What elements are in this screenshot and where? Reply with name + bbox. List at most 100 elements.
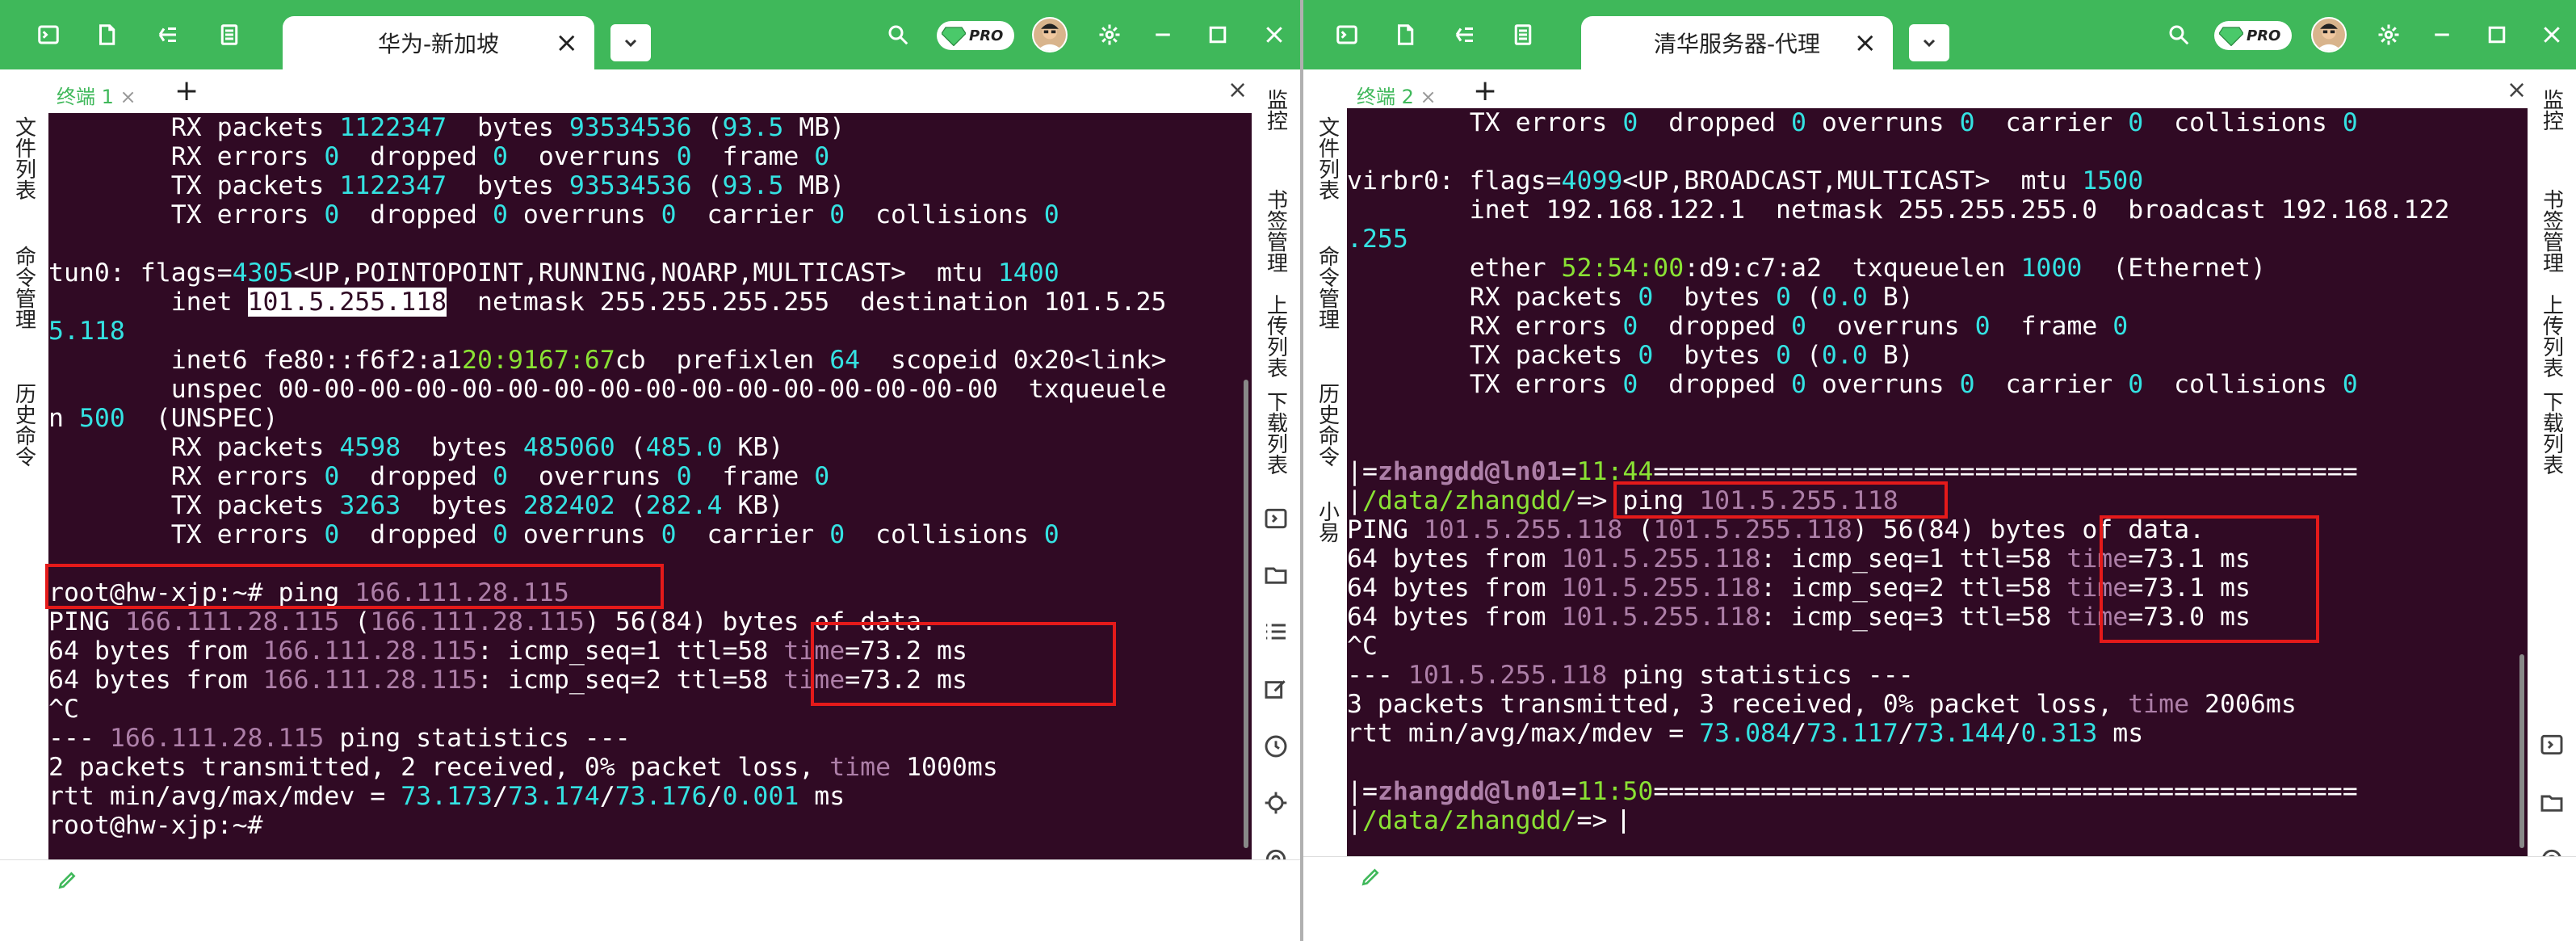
folder-icon[interactable] [2539,790,2565,816]
session-tab[interactable]: 华为-新加坡 × [283,16,594,69]
monitor-tab[interactable]: 监控 [2528,78,2576,142]
pen-icon[interactable] [1360,867,1381,888]
list-icon[interactable] [1263,619,1289,645]
close-terminal-tab-icon[interactable]: × [120,86,136,108]
titlebar: 华为-新加坡 × PRO [0,0,1300,69]
maximize-icon[interactable] [2479,17,2515,53]
terminal-icon[interactable] [31,17,66,53]
highlight-box [2100,515,2319,643]
terminal-line: ether 52:54:00:d9:c7:a2 txqueuelen 1000 … [1347,254,2266,283]
terminal-line: RX errors 0 dropped 0 overruns 0 frame 0 [48,142,830,171]
terminal-small-icon[interactable] [2539,732,2565,758]
close-panel-icon[interactable]: × [2507,76,2527,104]
session-tab-title: 清华服务器-代理 [1653,31,1821,57]
minimize-icon[interactable] [2424,17,2460,53]
list-icon[interactable] [212,17,247,53]
right-side-panel: 监控 书签管理 上传列表 下载列表 [2528,69,2576,901]
bookmarks-tab[interactable]: 书签管理 [1252,174,1300,288]
terminal-line: .255 [1347,225,1408,254]
terminal-tab[interactable]: 终端 1 × [57,81,136,109]
file-list-tab[interactable]: 文件列表 [0,102,48,215]
tab-dropdown-button[interactable] [610,24,651,61]
terminal-line: tun0: flags=4305<UP,POINTOPOINT,RUNNING,… [48,258,1059,288]
minimize-icon[interactable] [1145,17,1181,53]
terminal-line: TX packets 1122347 bytes 93534536 (93.5 … [48,171,845,200]
gear-icon[interactable] [2371,17,2406,53]
titlebar: 清华服务器-代理 × PRO [1303,0,2576,69]
close-panel-icon[interactable]: × [1227,76,1248,104]
file-icon[interactable] [89,17,124,53]
terminal-scrollbar[interactable] [1244,380,1248,848]
terminal-line: root@hw-xjp:~# [48,811,263,840]
terminal-line: rtt min/avg/max/mdev = 73.173/73.174/73.… [48,782,845,811]
maximize-icon[interactable] [1200,17,1236,53]
upload-list-tab[interactable]: 上传列表 [2528,279,2576,393]
terminal-line: |/data/zhangdd/=> [1347,806,2528,835]
pen-icon[interactable] [57,870,78,891]
terminal-line: TX errors 0 dropped 0 overruns 0 carrier… [48,200,1059,229]
download-list-tab[interactable]: 下载列表 [1252,376,1300,489]
terminal-tab[interactable]: 终端 2 × [1357,81,1437,109]
terminal-line: TX errors 0 dropped 0 overruns 0 carrier… [48,520,1059,549]
close-tab-icon[interactable]: × [556,29,579,57]
user-avatar[interactable] [1032,17,1068,53]
terminal-line: inet6 fe80::f6f2:a120:9167:67cb prefixle… [48,346,1167,375]
terminal-line: 5.118 [48,317,125,346]
terminal-tab-bar: 终端 1 × + × [0,69,1300,113]
terminal-line: --- 101.5.255.118 ping statistics --- [1347,661,1914,690]
history-commands-tab[interactable]: 历史命令 [0,368,48,481]
terminal-line: 64 bytes from 101.5.255.118: icmp_seq=1 … [1347,544,2251,573]
clock-icon[interactable] [1263,733,1289,759]
xiaoyi-tab[interactable]: 小易 [1303,489,1352,554]
bookmarks-tab[interactable]: 书签管理 [2528,174,2576,288]
terminal-scrollbar[interactable] [2519,654,2524,848]
sftp-icon[interactable] [1447,17,1483,53]
upload-list-tab[interactable]: 上传列表 [1252,279,1300,393]
terminal-line: virbr0: flags=4099<UP,BROADCAST,MULTICAS… [1347,166,2144,195]
close-window-icon[interactable] [1257,17,1292,53]
highlight-box [811,622,1116,706]
highlight-box [45,564,664,609]
diamond-icon [942,27,966,46]
pro-badge[interactable]: PRO [2214,21,2292,50]
terminal-line: inet 101.5.255.118 netmask 255.255.255.2… [48,288,1167,317]
add-terminal-button[interactable]: + [174,74,199,107]
terminal-line: TX packets 3263 bytes 282402 (282.4 KB) [48,491,784,520]
command-manager-tab[interactable]: 命令管理 [0,231,48,344]
terminal-line: RX errors 0 dropped 0 overruns 0 frame 0 [48,462,830,491]
folder-icon[interactable] [1263,562,1289,588]
pro-badge[interactable]: PRO [937,21,1014,50]
left-side-panel: 文件列表 命令管理 历史命令 [0,69,48,901]
download-list-tab[interactable]: 下载列表 [2528,376,2576,489]
gear-icon[interactable] [1092,17,1127,53]
add-terminal-button[interactable]: + [1473,74,1497,107]
terminal-line: RX packets 4598 bytes 485060 (485.0 KB) [48,433,784,462]
file-list-tab[interactable]: 文件列表 [1303,102,1352,215]
terminal-output[interactable]: RX packets 1122347 bytes 93534536 (93.5 … [48,113,1252,859]
target-icon[interactable] [1263,790,1289,816]
session-tab[interactable]: 清华服务器-代理 × [1581,16,1893,69]
search-icon[interactable] [880,17,916,53]
file-icon[interactable] [1387,17,1423,53]
command-manager-tab[interactable]: 命令管理 [1303,231,1352,344]
terminal-icon[interactable] [1329,17,1365,53]
terminal-small-icon[interactable] [1263,506,1289,531]
search-icon[interactable] [2161,17,2196,53]
edit-icon[interactable] [1263,677,1289,703]
terminal-line: TX errors 0 dropped 0 overruns 0 carrier… [1347,370,2358,399]
tab-dropdown-button[interactable] [1909,24,1949,61]
history-commands-tab[interactable]: 历史命令 [1303,368,1352,481]
close-terminal-tab-icon[interactable]: × [1420,86,1437,108]
list-icon[interactable] [1505,17,1541,53]
user-avatar[interactable] [2311,17,2347,53]
close-window-icon[interactable] [2534,17,2570,53]
sftp-icon[interactable] [150,17,186,53]
diamond-icon [2219,27,2243,46]
terminal-tab-bar: 终端 2 × + × [1303,69,2576,113]
left-side-panel: 文件列表 命令管理 历史命令 小易 [1303,69,1352,901]
close-tab-icon[interactable]: × [1854,29,1877,57]
terminal-line: 64 bytes from 101.5.255.118: icmp_seq=2 … [1347,573,2251,603]
monitor-tab[interactable]: 监控 [1252,78,1300,142]
